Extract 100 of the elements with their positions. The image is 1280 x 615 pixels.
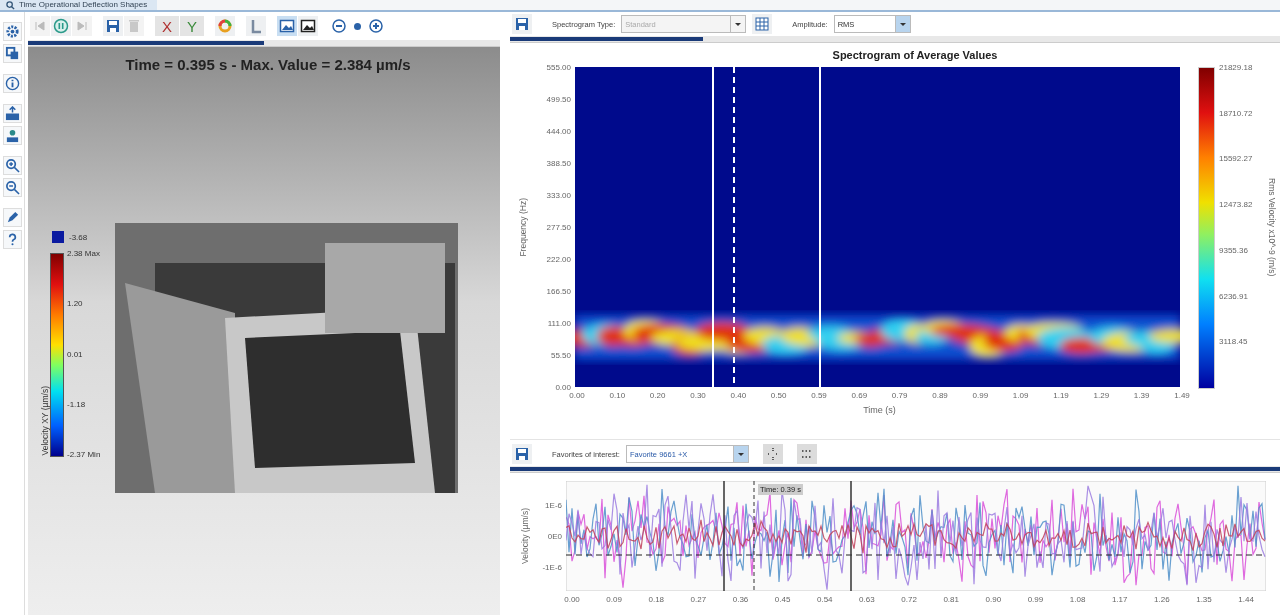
zoom-out-icon bbox=[4, 180, 20, 195]
color-scale-label: 12473.82 bbox=[1219, 199, 1253, 209]
zoom-out-button[interactable] bbox=[2, 178, 22, 197]
x-tick-label: 0.90 bbox=[985, 595, 1002, 604]
x-tick-label: 0.10 bbox=[609, 391, 626, 400]
x-tick-label: 1.44 bbox=[1238, 595, 1254, 604]
upload-icon bbox=[4, 106, 20, 121]
legend-value: 2.38 Max bbox=[67, 249, 101, 258]
chart-title: Spectrogram of Average Values bbox=[831, 49, 999, 61]
save-icon bbox=[105, 18, 121, 34]
save-button[interactable] bbox=[512, 14, 532, 34]
x-tick-label: 0.00 bbox=[569, 391, 585, 400]
ruler-button[interactable] bbox=[246, 16, 266, 36]
pause-icon bbox=[53, 18, 69, 34]
zoom-level-icon bbox=[354, 22, 361, 30]
y-tick-label: 1E-6 bbox=[545, 500, 562, 510]
copy-icon bbox=[4, 46, 20, 61]
x-tick-label: 0.50 bbox=[770, 391, 787, 400]
image-icon bbox=[279, 18, 295, 34]
settings-button[interactable] bbox=[2, 22, 22, 41]
user-button[interactable] bbox=[2, 126, 22, 145]
out-of-range-swatch bbox=[52, 231, 64, 243]
color-scale-title: Rms Velocity x10^-9 (m/s) bbox=[1267, 177, 1277, 277]
y-tick-label: 388.50 bbox=[546, 158, 571, 168]
y-tick-label: 444.00 bbox=[546, 126, 571, 136]
color-scale-label: 15592.27 bbox=[1219, 153, 1253, 163]
x-tick-label: 1.49 bbox=[1174, 391, 1190, 400]
y-axis-label: Frequency (Hz) bbox=[518, 197, 528, 257]
x-tick-label: 0.40 bbox=[730, 391, 747, 400]
info-button[interactable] bbox=[2, 74, 22, 93]
x-tick-label: 1.17 bbox=[1111, 595, 1128, 604]
legend-value: -1.18 bbox=[67, 399, 87, 409]
edit-button[interactable] bbox=[2, 208, 22, 227]
skip-forward-icon bbox=[74, 18, 90, 34]
zoom-in-button[interactable] bbox=[366, 16, 386, 36]
x-tick-label: 0.27 bbox=[690, 595, 707, 604]
help-button[interactable] bbox=[2, 230, 22, 249]
x-tick-label: 0.45 bbox=[774, 595, 791, 604]
x-tick-label: 0.89 bbox=[932, 391, 948, 400]
tab-title: Time Operational Deflection Shapes bbox=[19, 0, 148, 10]
expand-button[interactable] bbox=[762, 444, 783, 464]
grid-button[interactable] bbox=[752, 14, 773, 34]
x-axis-label: Time (s) bbox=[862, 405, 897, 415]
minus-icon bbox=[331, 18, 347, 34]
image-view-button[interactable] bbox=[298, 16, 318, 36]
save-button[interactable] bbox=[512, 444, 532, 464]
y-tick-label: 166.50 bbox=[546, 286, 571, 296]
y-tick-label: 55.50 bbox=[550, 350, 571, 360]
gear-icon bbox=[4, 24, 20, 39]
time-marker-line[interactable] bbox=[753, 481, 755, 591]
save-icon bbox=[514, 16, 530, 32]
copy-button[interactable] bbox=[2, 44, 22, 63]
zoom-out-button[interactable] bbox=[329, 16, 349, 36]
axis-button[interactable]: X bbox=[155, 16, 179, 36]
y-tick-label: 499.50 bbox=[546, 94, 571, 104]
color-scale-label: 9355.36 bbox=[1219, 245, 1248, 255]
y-tick-label: 111.00 bbox=[547, 318, 571, 328]
x-tick-label: 1.08 bbox=[1069, 595, 1086, 604]
x-tick-label: 0.63 bbox=[859, 595, 875, 604]
x-tick-label: 0.09 bbox=[606, 595, 622, 604]
y-tick-label: 222.00 bbox=[546, 254, 571, 264]
window-tab[interactable]: Time Operational Deflection Shapes bbox=[0, 0, 158, 10]
color-scale-label: 21829.18 bbox=[1219, 62, 1253, 72]
grid-icon bbox=[754, 16, 771, 32]
color-scale-label: 18710.72 bbox=[1219, 108, 1253, 118]
x-tick-label: 1.35 bbox=[1196, 595, 1212, 604]
collapse-button[interactable] bbox=[796, 444, 817, 464]
pause-button[interactable] bbox=[51, 16, 71, 36]
x-tick-label: 1.39 bbox=[1133, 391, 1150, 400]
x-tick-label: 0.69 bbox=[851, 391, 868, 400]
legend-value: 0.01 bbox=[67, 349, 84, 359]
x-tick-label: 0.99 bbox=[1027, 595, 1044, 604]
x-tick-label: 0.36 bbox=[732, 595, 749, 604]
x-tick-label: 0.20 bbox=[649, 391, 666, 400]
export-button[interactable] bbox=[2, 104, 22, 123]
y-tick-label: 0.00 bbox=[555, 382, 571, 392]
legend-value: -3.68 bbox=[69, 232, 88, 242]
color-wheel-button[interactable] bbox=[215, 16, 235, 36]
x-tick-label: 1.29 bbox=[1093, 391, 1110, 400]
save-icon bbox=[514, 446, 530, 462]
legend-axis-label: Velocity XY (µm/s) bbox=[40, 385, 50, 455]
x-tick-label: 0.54 bbox=[817, 595, 833, 604]
axis-button[interactable]: Y bbox=[180, 16, 204, 36]
save-button[interactable] bbox=[103, 16, 123, 36]
skip-back-icon bbox=[32, 18, 48, 34]
y-axis-label: Velocity (µm/s) bbox=[520, 508, 530, 564]
info-icon bbox=[4, 76, 20, 91]
x-tick-label: 0.00 bbox=[564, 595, 580, 604]
zoom-in-button[interactable] bbox=[2, 156, 22, 175]
caret-icon bbox=[894, 16, 910, 32]
x-tick-label: 0.79 bbox=[891, 391, 908, 400]
x-tick-label: 0.30 bbox=[690, 391, 706, 400]
y-tick-label: 277.50 bbox=[546, 222, 571, 232]
y-tick-label: 555.00 bbox=[546, 62, 571, 72]
color-wheel-icon bbox=[217, 18, 233, 34]
caret-icon bbox=[732, 446, 748, 462]
user-icon bbox=[4, 128, 20, 143]
image-view-button[interactable] bbox=[277, 16, 297, 36]
color-scale-label: 3118.45 bbox=[1219, 336, 1248, 346]
y-tick-label: 0E0 bbox=[547, 531, 562, 541]
